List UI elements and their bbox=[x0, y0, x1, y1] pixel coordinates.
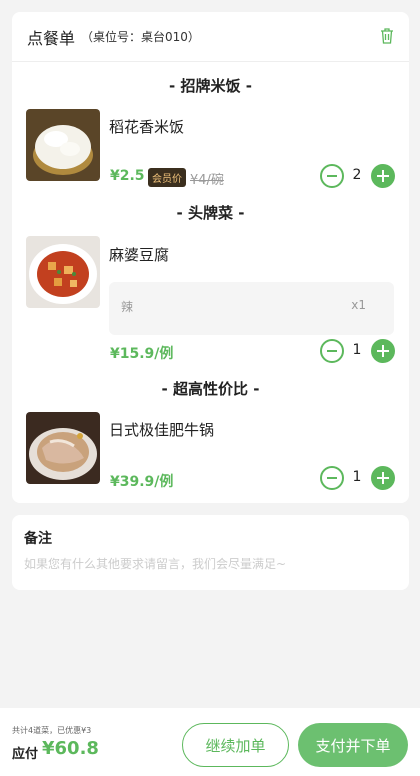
note-title: 备注 bbox=[24, 531, 52, 547]
decrease-button[interactable] bbox=[320, 164, 344, 188]
dish-price: ¥15.9/例 bbox=[110, 346, 174, 362]
order-header: 点餐单 （桌位号：桌台010） bbox=[12, 12, 409, 62]
increase-button[interactable] bbox=[371, 339, 395, 363]
spec-count: x1 bbox=[351, 298, 366, 312]
dish-name: 麻婆豆腐 bbox=[109, 246, 170, 264]
note-input[interactable]: 如果您有什么其他要求请留言，我们会尽量满足~ bbox=[24, 555, 286, 572]
quantity-value: 2 bbox=[352, 167, 362, 183]
trash-icon[interactable] bbox=[379, 27, 395, 45]
quantity-value: 1 bbox=[352, 469, 362, 485]
total-amount: ¥60.8 bbox=[42, 738, 99, 759]
dish-image-beef-pot bbox=[26, 412, 100, 484]
spec-box: 辣 x1 bbox=[109, 282, 394, 335]
spec-name: 辣 bbox=[121, 300, 134, 314]
dish-name: 稻花香米饭 bbox=[109, 118, 185, 136]
quantity-value: 1 bbox=[352, 342, 362, 358]
decrease-button[interactable] bbox=[320, 466, 344, 490]
member-price-badge: 会员价 bbox=[148, 168, 186, 187]
original-price: ¥4/碗 bbox=[190, 173, 224, 188]
order-card: 点餐单 （桌位号：桌台010） - 招牌米饭 - 稻花香米饭 ¥2.5 会员价 … bbox=[12, 12, 409, 503]
continue-order-button[interactable]: 继续加单 bbox=[182, 723, 289, 767]
category-title: - 头牌菜 - bbox=[176, 204, 245, 222]
category-title: - 招牌米饭 - bbox=[169, 77, 252, 95]
dish-image-rice bbox=[26, 109, 100, 181]
order-title: 点餐单 bbox=[27, 28, 76, 48]
dish-image-mapo-tofu bbox=[26, 236, 100, 308]
pay-and-order-button[interactable]: 支付并下单 bbox=[298, 723, 408, 767]
total-label: 应付 bbox=[12, 747, 39, 762]
dish-name: 日式极佳肥牛锅 bbox=[109, 421, 215, 439]
table-number: （桌位号：桌台010） bbox=[81, 30, 200, 44]
dish-price: ¥39.9/例 bbox=[110, 474, 174, 490]
decrease-button[interactable] bbox=[320, 339, 344, 363]
checkout-bar: 共计4道菜，已优惠¥3 应付 ¥60.8 继续加单 支付并下单 bbox=[0, 708, 420, 776]
increase-button[interactable] bbox=[371, 164, 395, 188]
category-title: - 超高性价比 - bbox=[161, 380, 260, 398]
increase-button[interactable] bbox=[371, 466, 395, 490]
member-price: ¥2.5 bbox=[110, 168, 145, 184]
note-card: 备注 如果您有什么其他要求请留言，我们会尽量满足~ bbox=[12, 515, 409, 590]
order-summary: 共计4道菜，已优惠¥3 bbox=[12, 726, 92, 735]
